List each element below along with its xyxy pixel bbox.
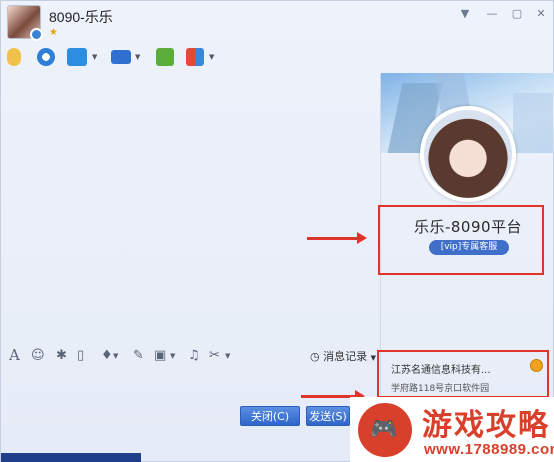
chevron-down-icon[interactable]: ▼ xyxy=(92,53,97,61)
edit-icon[interactable]: ✎ xyxy=(133,348,144,363)
profile-photo[interactable] xyxy=(420,106,516,202)
gamepad-logo-icon xyxy=(358,403,412,457)
annotation-box xyxy=(377,350,549,398)
star-icon: ★ xyxy=(49,27,58,38)
avatar[interactable] xyxy=(7,5,43,41)
emoji-icon[interactable]: ☺ xyxy=(31,348,45,363)
maximize-button[interactable]: ▢ xyxy=(509,7,525,21)
voice-icon[interactable]: ♦ xyxy=(101,348,113,363)
close-button[interactable]: 关闭(C) xyxy=(240,406,300,426)
window-title: 8090-乐乐 xyxy=(49,9,113,25)
chevron-down-icon[interactable]: ▼ xyxy=(113,352,118,360)
screen-share-icon[interactable] xyxy=(111,50,131,64)
minimize-button[interactable]: — xyxy=(484,7,500,21)
message-add-icon[interactable] xyxy=(156,48,174,66)
chevron-down-icon[interactable]: ▼ xyxy=(170,352,175,360)
chevron-down-icon[interactable]: ▼ xyxy=(225,352,230,360)
title-bar: 8090-乐乐 ★ ▼ — ▢ ✕ xyxy=(1,1,554,43)
magic-icon[interactable]: ✱ xyxy=(56,348,67,363)
annotation-box xyxy=(378,205,544,275)
microphone-icon[interactable] xyxy=(7,48,21,66)
apps-icon[interactable] xyxy=(186,48,204,66)
clock-icon: ◷ xyxy=(310,350,320,363)
annotation-arrow xyxy=(307,232,367,244)
image-icon[interactable]: ▣ xyxy=(154,348,166,363)
taskbar-strip xyxy=(1,453,141,462)
annotation-arrow xyxy=(301,390,365,402)
chevron-down-icon: ▼ xyxy=(370,354,376,362)
font-icon[interactable]: A xyxy=(9,346,20,364)
vibrate-icon[interactable]: ▯ xyxy=(77,348,84,363)
message-history-button[interactable]: ◷ 消息记录 ▼ xyxy=(310,348,376,364)
input-toolbar: A ☺ ✱ ▯ ♦ ▼ ✎ ▣ ▼ ♫ ✂ ▼ ◷ 消息记录 ▼ xyxy=(1,345,380,367)
main-toolbar: ▼ ▼ ▼ xyxy=(1,43,554,71)
dropdown-menu-icon[interactable]: ▼ xyxy=(457,7,473,21)
chevron-down-icon[interactable]: ▼ xyxy=(135,53,140,61)
watermark: 游戏攻略 www.1788989.com xyxy=(350,397,554,462)
chat-window: 8090-乐乐 ★ ▼ — ▢ ✕ ▼ ▼ ▼ A ☺ ✱ ▯ ♦ ▼ ✎ ▣ … xyxy=(0,0,554,462)
chat-message-area[interactable] xyxy=(1,73,380,345)
music-icon[interactable]: ♫ xyxy=(188,348,200,363)
camera-icon[interactable] xyxy=(37,48,55,66)
close-icon[interactable]: ✕ xyxy=(533,7,549,21)
watermark-title: 游戏攻略 xyxy=(422,408,550,443)
watermark-url: www.1788989.com xyxy=(424,441,554,458)
chevron-down-icon[interactable]: ▼ xyxy=(209,53,214,61)
scissors-icon[interactable]: ✂ xyxy=(209,348,220,363)
send-button[interactable]: 发送(S) xyxy=(306,406,350,426)
message-history-label: 消息记录 xyxy=(323,350,368,363)
online-status-icon xyxy=(30,28,43,41)
folder-share-icon[interactable] xyxy=(67,48,87,66)
